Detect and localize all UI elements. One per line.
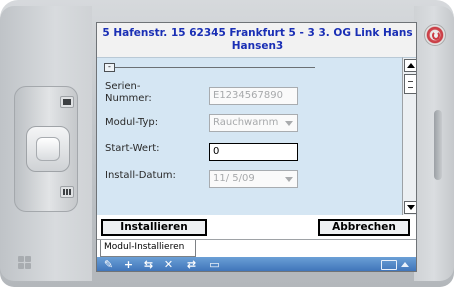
tab-strip: Modul-Installieren xyxy=(97,239,416,257)
chevron-up-icon[interactable] xyxy=(401,262,409,267)
install-icon[interactable]: ⇆ xyxy=(141,258,156,271)
scroll-up-button[interactable] xyxy=(404,59,416,72)
action-button-row: Installieren Abbrechen xyxy=(97,215,416,239)
install-button[interactable]: Installieren xyxy=(101,219,207,236)
hardware-button-bottom[interactable] xyxy=(60,186,74,198)
monitor-icon[interactable]: ▭ xyxy=(207,258,222,271)
windows-logo-icon xyxy=(18,256,32,270)
chevron-down-icon xyxy=(285,177,293,182)
keyboard-icon[interactable] xyxy=(381,260,397,270)
form-scrollbar[interactable] xyxy=(402,57,416,215)
cancel-button[interactable]: Abbrechen xyxy=(318,219,410,236)
address-line-1: 5 Hafenstr. 15 62345 Frankfurt 5 - 3 3. … xyxy=(102,27,413,39)
group-divider xyxy=(115,67,315,68)
delete-icon[interactable]: ✕ xyxy=(161,258,176,271)
serial-number-label: Serien- Nummer: xyxy=(105,81,152,105)
power-icon xyxy=(432,31,440,40)
navigation-pad[interactable] xyxy=(14,86,78,212)
add-icon[interactable]: + xyxy=(121,258,136,271)
tab-modul-installieren[interactable]: Modul-Installieren xyxy=(100,240,196,257)
serial-number-field[interactable]: E1234567890 xyxy=(209,87,298,105)
module-form: - Serien- Nummer: E1234567890 Modul-Typ:… xyxy=(97,57,402,215)
command-toolbar: ✎ + ⇆ ✕ ⇄ ▭ xyxy=(97,257,416,271)
start-value-label: Start-Wert: xyxy=(105,143,160,154)
grid-icon xyxy=(63,189,71,195)
scroll-down-button[interactable] xyxy=(404,201,416,214)
address-header: 5 Hafenstr. 15 62345 Frankfurt 5 - 3 3. … xyxy=(97,23,416,57)
serial-number-label-text: Serien- Nummer: xyxy=(105,81,152,104)
hardware-button-top[interactable] xyxy=(60,96,74,108)
pda-device: 5 Hafenstr. 15 62345 Frankfurt 5 - 3 3. … xyxy=(0,0,454,287)
side-grip xyxy=(434,110,442,180)
install-date-dropdown[interactable]: 11/ 5/09 xyxy=(209,170,298,188)
install-date-label: Install-Datum: xyxy=(105,170,176,181)
dpad-center-button[interactable] xyxy=(36,137,60,161)
sync-icon[interactable]: ⇄ xyxy=(184,258,199,271)
module-type-value: Rauchwarnm xyxy=(213,117,279,128)
power-button[interactable] xyxy=(424,24,446,46)
start-value-field[interactable]: 0 xyxy=(209,143,298,161)
install-date-value: 11/ 5/09 xyxy=(213,173,255,184)
address-line-2: Hansen3 xyxy=(231,40,284,52)
edit-icon[interactable]: ✎ xyxy=(101,258,116,271)
chevron-down-icon xyxy=(285,121,293,126)
scroll-thumb[interactable] xyxy=(404,74,416,94)
module-type-dropdown[interactable]: Rauchwarnm xyxy=(209,114,298,132)
device-screen: 5 Hafenstr. 15 62345 Frankfurt 5 - 3 3. … xyxy=(96,22,417,272)
collapse-button[interactable]: - xyxy=(104,63,115,72)
module-type-label: Modul-Typ: xyxy=(105,117,159,128)
window-icon xyxy=(63,99,71,105)
